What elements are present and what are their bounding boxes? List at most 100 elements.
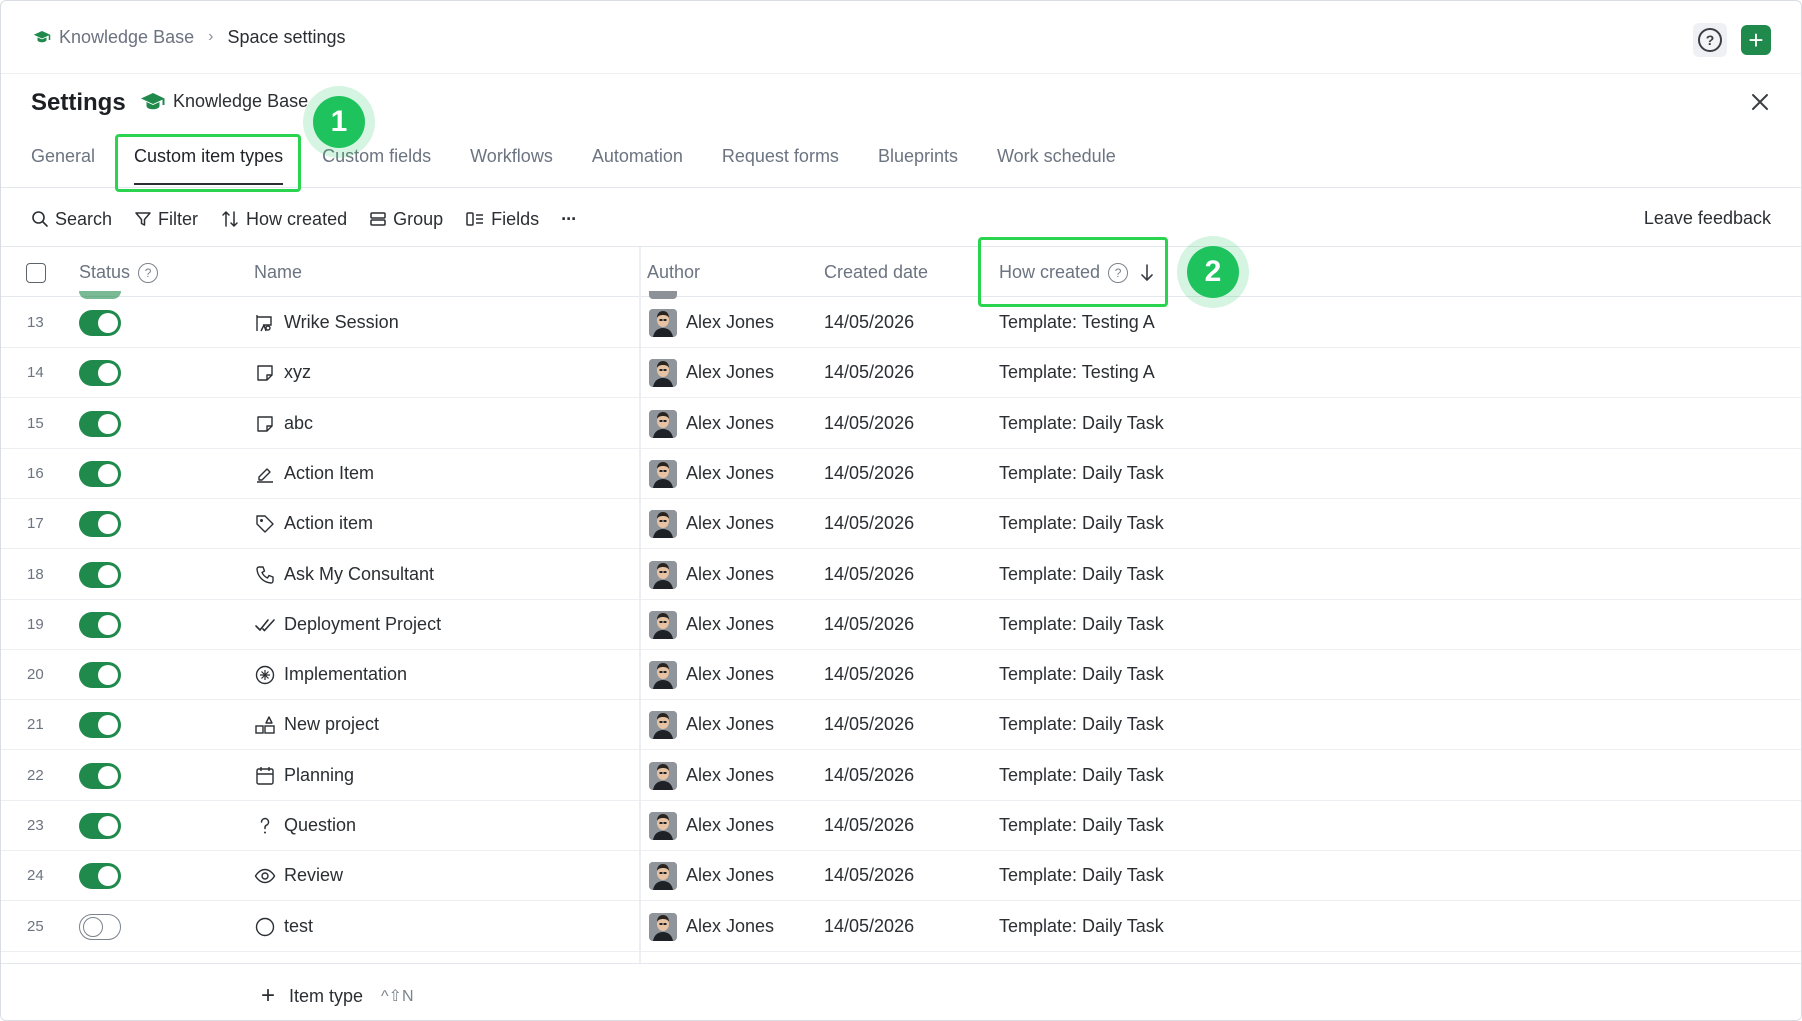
how-created: Template: Testing A	[999, 362, 1155, 383]
table-header: Status ? Name Author Created date How cr…	[1, 247, 1801, 297]
sign-icon	[254, 463, 276, 485]
created-date: 14/05/2026	[824, 714, 915, 735]
column-created-date[interactable]: Created date	[824, 262, 928, 283]
add-item-type-label: Item type	[289, 985, 364, 1006]
status-toggle[interactable]	[79, 813, 121, 839]
table-row[interactable]: 18 Ask My Consultant Alex Jones 14/05/2026 T…	[1, 550, 1801, 600]
item-type-name[interactable]: Deployment Project	[284, 614, 441, 635]
search-button[interactable]: Search	[31, 209, 112, 230]
avatar	[649, 459, 677, 488]
table-row[interactable]: 14 xyz Alex Jones 14/05/2026 Template: Testi…	[1, 348, 1801, 399]
tab-general[interactable]: General	[31, 146, 95, 185]
sort-button[interactable]: How created	[220, 209, 347, 230]
create-button[interactable]: +	[1741, 25, 1771, 55]
status-toggle[interactable]	[79, 561, 121, 588]
row-number: 23	[27, 817, 44, 834]
column-status[interactable]: Status ?	[79, 262, 159, 283]
avatar	[649, 661, 677, 690]
leave-feedback-link[interactable]: Leave feedback	[1644, 208, 1771, 229]
item-type-name[interactable]: Action item	[284, 513, 373, 534]
status-toggle[interactable]	[79, 762, 121, 789]
shapes-icon	[254, 714, 276, 736]
select-all-checkbox[interactable]	[26, 263, 46, 283]
space-name: Knowledge Base	[173, 91, 309, 111]
item-type-name[interactable]: Review	[284, 865, 343, 886]
item-type-name[interactable]: New project	[284, 714, 379, 735]
table-row[interactable]: 13 Wrike Session Alex Jones 14/05/2026 Templ…	[1, 298, 1801, 348]
highlight-custom-item-types	[115, 134, 301, 192]
tab-automation[interactable]: Automation	[592, 146, 683, 185]
item-type-name[interactable]: Wrike Session	[284, 312, 399, 333]
table-row[interactable]: 23 Question Alex Jones 14/05/2026 Template: …	[1, 801, 1801, 851]
item-type-name[interactable]: Implementation	[284, 664, 407, 685]
author-name: Alex Jones	[686, 714, 775, 735]
created-date: 14/05/2026	[824, 312, 915, 332]
status-toggle[interactable]	[79, 511, 121, 538]
tab-work-schedule[interactable]: Work schedule	[997, 146, 1116, 185]
plus-icon: +	[261, 982, 276, 1009]
item-type-name[interactable]: Question	[284, 815, 356, 836]
help-icon[interactable]: ?	[138, 262, 159, 283]
status-toggle[interactable]	[79, 662, 121, 689]
table-row[interactable]: 24 Review Alex Jones 14/05/2026 Template: Da…	[1, 851, 1801, 902]
table-row[interactable]: 19 Deployment Project Alex Jones 14/05/2026…	[1, 600, 1801, 650]
status-toggle[interactable]	[79, 410, 121, 437]
tab-blueprints[interactable]: Blueprints	[878, 146, 958, 185]
column-author-label: Author	[647, 262, 701, 282]
status-toggle[interactable]	[79, 360, 121, 387]
avatar	[649, 560, 677, 589]
item-type-name[interactable]: Ask My Consultant	[284, 564, 434, 585]
created-date: 14/05/2026	[824, 362, 915, 383]
breadcrumb-space-link[interactable]: Knowledge Base	[59, 27, 194, 48]
column-name[interactable]: Name	[254, 262, 302, 283]
table-row[interactable]: 22 Planning Alex Jones 14/05/2026 Template: …	[1, 751, 1801, 801]
help-button[interactable]: ?	[1693, 23, 1727, 57]
created-date: 14/05/2026	[824, 865, 915, 886]
item-type-name[interactable]: abc	[284, 413, 313, 434]
status-toggle[interactable]	[79, 310, 121, 336]
status-toggle[interactable]	[79, 863, 121, 890]
question-icon	[254, 815, 276, 837]
filter-button[interactable]: Filter	[134, 209, 198, 230]
more-options-button[interactable]: ···	[561, 209, 577, 230]
table-row[interactable]: 21 New project Alex Jones 14/05/2026 Templat…	[1, 700, 1801, 751]
status-toggle[interactable]	[79, 712, 121, 739]
fields-button[interactable]: Fields	[465, 209, 539, 230]
how-created: Template: Daily Task	[999, 563, 1164, 584]
tab-workflows[interactable]: Workflows	[470, 146, 553, 185]
row-number: 25	[27, 917, 44, 935]
top-bar-actions: ? +	[1693, 23, 1771, 57]
column-author[interactable]: Author	[647, 262, 700, 283]
group-button[interactable]: Group	[369, 209, 443, 230]
close-button[interactable]	[1749, 91, 1771, 113]
column-created-date-label: Created date	[824, 262, 929, 282]
table-row[interactable]: 25 test Alex Jones 14/05/2026 Template: Dail…	[1, 902, 1801, 952]
table-footer: + Item type ^⇧N	[1, 963, 1801, 1020]
avatar	[649, 912, 677, 941]
row-number: 15	[27, 414, 44, 432]
avatar	[649, 359, 677, 388]
table-row[interactable]: 16 Action Item Alex Jones 14/05/2026 Templat…	[1, 449, 1801, 499]
how-created: Template: Daily Task	[999, 462, 1164, 483]
table-row[interactable]: 15 abc Alex Jones 14/05/2026 Template: Daily…	[1, 399, 1801, 449]
created-date: 14/05/2026	[824, 462, 915, 483]
avatar	[649, 862, 677, 891]
note-icon	[254, 362, 276, 384]
created-date: 14/05/2026	[824, 815, 915, 835]
table-row[interactable]: 17 Action item Alex Jones 14/05/2026 Templat…	[1, 499, 1801, 550]
item-type-name[interactable]: Planning	[284, 765, 354, 786]
tab-request-forms[interactable]: Request forms	[722, 146, 839, 185]
item-type-name[interactable]: Action Item	[284, 463, 374, 484]
tab-custom-fields[interactable]: Custom fields	[322, 146, 431, 185]
add-item-type-button[interactable]: + Item type ^⇧N	[261, 984, 414, 1008]
status-toggle[interactable]	[79, 913, 121, 940]
breadcrumb-separator: ›	[208, 28, 214, 45]
column-name-label: Name	[254, 262, 303, 282]
table-row[interactable]: 20 Implementation Alex Jones 14/05/2026 Temp…	[1, 650, 1801, 701]
callout-1: 1	[313, 96, 365, 148]
status-toggle[interactable]	[79, 611, 121, 638]
filter-label: Filter	[158, 208, 199, 229]
item-type-name[interactable]: xyz	[284, 362, 311, 383]
item-type-name[interactable]: test	[284, 916, 313, 937]
status-toggle[interactable]	[79, 460, 121, 487]
